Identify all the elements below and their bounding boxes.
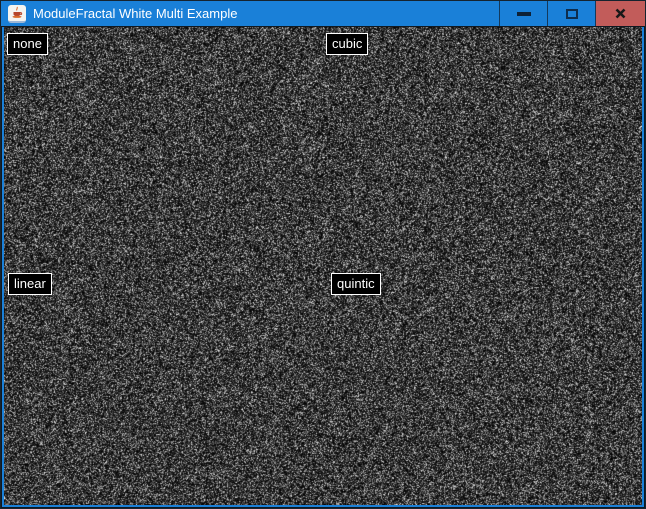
close-button[interactable] (595, 1, 645, 26)
quadrant-label-linear: linear (8, 273, 52, 295)
quadrant-label-none: none (7, 33, 48, 55)
maximize-button[interactable] (547, 1, 595, 26)
window-title: ModuleFractal White Multi Example (33, 6, 499, 21)
app-window: ModuleFractal White Multi Example none c… (0, 0, 646, 509)
titlebar[interactable]: ModuleFractal White Multi Example (1, 1, 645, 26)
quadrant-label-cubic: cubic (326, 33, 368, 55)
window-controls (499, 1, 645, 26)
noise-render-area: none cubic linear quintic (2, 27, 644, 507)
quadrant-label-quintic: quintic (331, 273, 381, 295)
minimize-icon (517, 12, 531, 16)
maximize-icon (566, 9, 578, 19)
minimize-button[interactable] (499, 1, 547, 26)
java-coffee-cup-icon (8, 5, 26, 23)
close-icon (614, 7, 627, 20)
noise-canvas (4, 27, 642, 505)
